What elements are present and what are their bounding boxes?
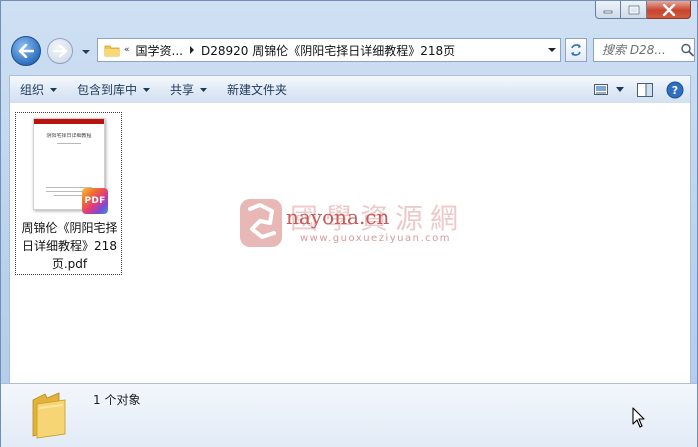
arrow-right-icon	[53, 45, 67, 57]
include-in-library-label: 包含到库中	[77, 83, 138, 97]
organize-menu[interactable]: 组织	[10, 77, 67, 103]
chevron-down-icon	[200, 87, 208, 92]
file-name[interactable]: 周锦伦《阴阳宅择日详细教程》218页.pdf	[17, 219, 122, 273]
overflow-chevron[interactable]: «	[124, 45, 130, 55]
svg-text:?: ?	[672, 84, 678, 97]
seal-glyph-icon	[248, 203, 276, 239]
help-icon: ?	[666, 81, 684, 98]
folder-icon	[104, 45, 120, 57]
search-input[interactable]	[602, 43, 680, 57]
watermark-site: nayona.cn	[286, 205, 390, 229]
chevron-down-icon	[548, 48, 556, 52]
arrow-left-icon	[18, 44, 34, 58]
refresh-icon	[571, 44, 581, 56]
toolbar-right: ?	[588, 79, 690, 101]
maximize-icon	[628, 5, 639, 14]
thumbnail-title: 阴阳宅择日详细教程	[46, 133, 92, 139]
thumbnail-header-bar	[34, 119, 104, 124]
close-button[interactable]	[647, 1, 691, 19]
breadcrumb-current[interactable]: D28920 周锦伦《阴阳宅择日详细教程》218页	[201, 42, 455, 59]
item-count: 1 个对象	[93, 393, 141, 407]
mouse-cursor-icon	[632, 407, 645, 428]
new-folder-button[interactable]: 新建文件夹	[217, 77, 297, 103]
preview-pane-icon	[637, 82, 653, 97]
folder-icon	[32, 392, 66, 439]
maximize-button[interactable]	[621, 1, 647, 19]
chevron-down-icon	[616, 87, 624, 92]
details-pane: 1 个对象	[1, 383, 697, 447]
forward-button[interactable]	[47, 38, 73, 64]
help-button[interactable]: ?	[664, 79, 686, 101]
watermark: 國學資源網 nayona.cn www.guoxueziyuan.com	[240, 191, 480, 261]
watermark-seal-icon	[240, 199, 282, 247]
close-icon	[662, 3, 675, 16]
file-item[interactable]: 阴阳宅择日详细教程 PDF 周锦伦《阴阳宅择日详细教程》218页.pdf	[15, 112, 122, 275]
navigation-bar: « 国学资... D28920 周锦伦《阴阳宅择日详细教程》218页	[9, 36, 695, 66]
share-menu[interactable]: 共享	[160, 77, 217, 103]
address-bar[interactable]: « 国学资... D28920 周锦伦《阴阳宅择日详细教程》218页	[97, 38, 561, 62]
view-icon	[594, 84, 608, 95]
new-folder-label: 新建文件夹	[227, 83, 288, 97]
breadcrumb-parent[interactable]: 国学资...	[136, 42, 183, 59]
recent-pages-dropdown[interactable]	[81, 46, 91, 56]
minimize-button[interactable]	[595, 1, 621, 19]
search-box[interactable]	[593, 38, 695, 62]
command-bar: 组织 包含到库中 共享 新建文件夹 ?	[9, 75, 691, 103]
share-label: 共享	[170, 83, 195, 97]
caption-buttons	[595, 1, 691, 19]
pdf-icon: PDF	[82, 188, 108, 214]
preview-pane-button[interactable]	[634, 79, 656, 101]
chevron-down-icon	[82, 50, 90, 54]
watermark-url: www.guoxueziyuan.com	[300, 233, 451, 244]
breadcrumb-separator-icon[interactable]	[189, 46, 195, 54]
chevron-down-icon	[50, 87, 58, 92]
minimize-icon	[603, 10, 613, 13]
file-list-pane[interactable]: 阴阳宅择日详细教程 PDF 周锦伦《阴阳宅择日详细教程》218页.pdf 國學資…	[9, 103, 691, 383]
refresh-button[interactable]	[565, 38, 587, 62]
back-button[interactable]	[11, 36, 41, 66]
search-icon[interactable]	[680, 43, 694, 57]
chevron-down-icon	[143, 87, 151, 92]
include-in-library-menu[interactable]: 包含到库中	[67, 77, 160, 103]
change-view-button[interactable]	[592, 79, 626, 101]
pdf-badge-label: PDF	[84, 196, 106, 206]
address-dropdown[interactable]	[544, 39, 560, 61]
organize-label: 组织	[20, 83, 45, 97]
explorer-window: « 国学资... D28920 周锦伦《阴阳宅择日详细教程》218页 组织 包含…	[0, 0, 698, 447]
